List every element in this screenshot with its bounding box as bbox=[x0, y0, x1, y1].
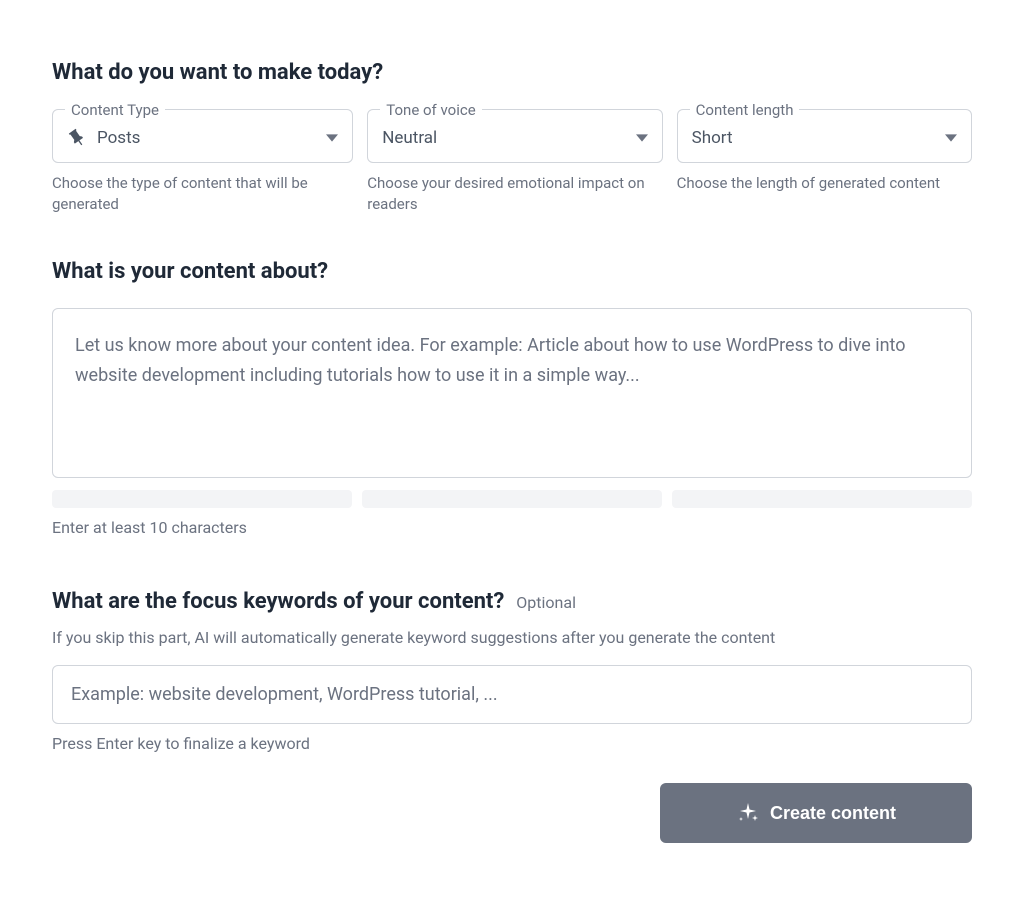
length-legend: Content length bbox=[696, 101, 794, 119]
sparkle-icon bbox=[736, 801, 760, 825]
tone-helper: Choose your desired emotional impact on … bbox=[367, 173, 662, 215]
content-type-legend: Content Type bbox=[71, 101, 159, 119]
field-tone: Tone of voice Neutral Choose your desire… bbox=[367, 109, 662, 215]
create-content-label: Create content bbox=[770, 803, 896, 824]
length-value: Short bbox=[692, 128, 935, 148]
chevron-down-icon bbox=[636, 132, 648, 144]
skeleton-bar bbox=[672, 490, 972, 508]
heading-content-about: What is your content about? bbox=[52, 259, 972, 284]
chevron-down-icon bbox=[326, 132, 338, 144]
dropdowns-row: Content Type Posts Choose the type of co… bbox=[52, 109, 972, 215]
content-about-hint: Enter at least 10 characters bbox=[52, 518, 972, 537]
content-about-textarea[interactable] bbox=[52, 308, 972, 478]
length-select[interactable]: Content length Short bbox=[677, 109, 972, 163]
keywords-subtext: If you skip this part, AI will automatic… bbox=[52, 628, 972, 647]
heading-make-today: What do you want to make today? bbox=[52, 60, 972, 85]
content-type-helper: Choose the type of content that will be … bbox=[52, 173, 353, 215]
keywords-input[interactable] bbox=[52, 665, 972, 724]
chevron-down-icon bbox=[945, 132, 957, 144]
length-helper: Choose the length of generated content bbox=[677, 173, 972, 194]
optional-label: Optional bbox=[516, 593, 576, 612]
skeleton-bar bbox=[52, 490, 352, 508]
content-type-value: Posts bbox=[97, 128, 316, 148]
heading-focus-keywords: What are the focus keywords of your cont… bbox=[52, 589, 504, 614]
create-content-button[interactable]: Create content bbox=[660, 783, 972, 843]
content-type-select[interactable]: Content Type Posts bbox=[52, 109, 353, 163]
field-content-type: Content Type Posts Choose the type of co… bbox=[52, 109, 353, 215]
keywords-hint: Press Enter key to finalize a keyword bbox=[52, 734, 972, 753]
tone-value: Neutral bbox=[382, 128, 625, 148]
skeleton-row bbox=[52, 490, 972, 508]
tone-legend: Tone of voice bbox=[386, 101, 475, 119]
tone-select[interactable]: Tone of voice Neutral bbox=[367, 109, 662, 163]
field-length: Content length Short Choose the length o… bbox=[677, 109, 972, 215]
pin-icon bbox=[67, 128, 87, 148]
skeleton-bar bbox=[362, 490, 662, 508]
